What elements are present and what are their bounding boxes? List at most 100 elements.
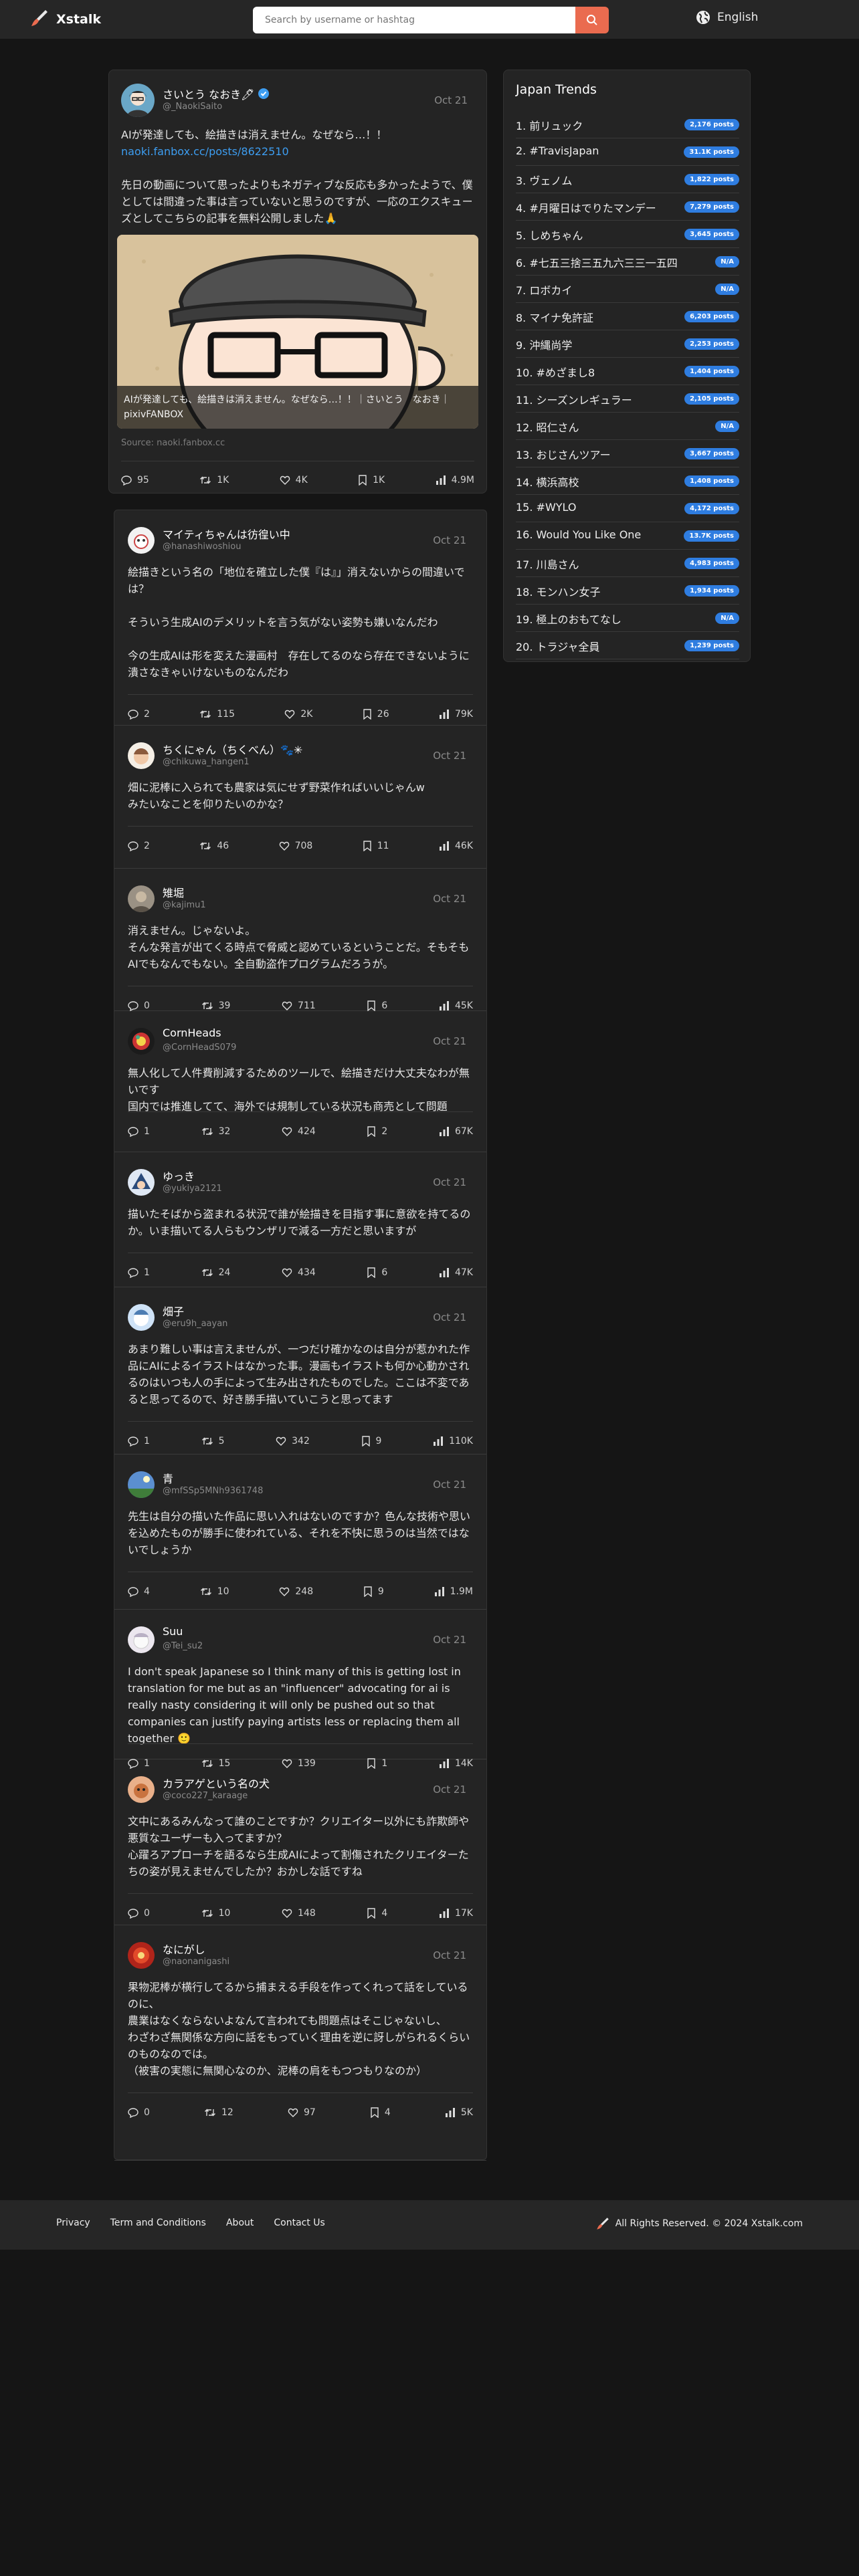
like-count[interactable]: 4K <box>280 472 308 488</box>
post-handle[interactable]: @naonanigashi <box>163 1957 229 1967</box>
like-count[interactable]: 342 <box>276 1433 310 1449</box>
repost-count[interactable]: 115 <box>199 706 235 722</box>
repost-count[interactable]: 12 <box>204 2105 233 2121</box>
repost-count[interactable]: 24 <box>201 1265 230 1281</box>
bookmark-count[interactable]: 6 <box>367 1265 387 1281</box>
footer-link-contact[interactable]: Contact Us <box>274 2218 324 2228</box>
footer-link-terms[interactable]: Term and Conditions <box>110 2218 206 2228</box>
post-username[interactable]: ちくにゃん（ちくべん）🐾✳ <box>163 741 302 757</box>
trend-item[interactable]: 9. 沖縄尚学 2,253 posts <box>516 331 739 358</box>
repost-count[interactable]: 46 <box>199 838 229 854</box>
repost-count[interactable]: 5 <box>201 1433 224 1449</box>
post-handle[interactable]: @yukiya2121 <box>163 1184 222 1194</box>
view-count[interactable]: 47K <box>439 1265 473 1281</box>
trend-item[interactable]: 2. #TravisJapan 31.1K posts <box>516 139 739 166</box>
like-count[interactable]: 424 <box>282 1123 316 1140</box>
avatar[interactable] <box>121 84 155 117</box>
post-handle[interactable]: @kajimu1 <box>163 900 206 910</box>
bookmark-count[interactable]: 9 <box>361 1433 381 1449</box>
avatar[interactable] <box>128 742 155 769</box>
view-count[interactable]: 1.9M <box>434 1584 473 1600</box>
link-preview-card[interactable]: AIが発達しても、絵描きは消えません。なぜなら…！！｜さいとう なおき｜pixi… <box>117 235 478 429</box>
footer-link-about[interactable]: About <box>226 2218 254 2228</box>
trend-item[interactable]: 5. しめちゃん 3,645 posts <box>516 221 739 248</box>
view-count[interactable]: 110K <box>433 1433 473 1449</box>
post-username[interactable]: 雉堀 <box>163 884 184 900</box>
post-handle[interactable]: @mfSSp5MNh9361748 <box>163 1486 263 1496</box>
view-count[interactable]: 4.9M <box>436 472 474 488</box>
post-username[interactable]: マイティちゃんは彷徨い中 <box>163 526 290 542</box>
trend-item[interactable]: 20. トラジャ全員 1,239 posts <box>516 633 739 659</box>
bookmark-count[interactable]: 2 <box>367 1123 387 1140</box>
trend-item[interactable]: 3. ヴェノム 1,822 posts <box>516 167 739 193</box>
bookmark-count[interactable]: 9 <box>363 1584 384 1600</box>
trend-item[interactable]: 14. 横浜高校 1,408 posts <box>516 468 739 495</box>
post-handle[interactable]: @CornHeadS079 <box>163 1043 236 1053</box>
avatar[interactable] <box>128 1626 155 1653</box>
trend-item[interactable]: 1. 前リュック 2,176 posts <box>516 112 739 138</box>
search-button[interactable] <box>575 7 609 33</box>
post-username[interactable]: さいとう なおき🖊 <box>163 86 270 102</box>
avatar[interactable] <box>128 1304 155 1331</box>
post-handle[interactable]: @chikuwa_hangen1 <box>163 757 250 767</box>
post-username[interactable]: 青 <box>163 1470 173 1486</box>
repost-count[interactable]: 1K <box>199 472 229 488</box>
view-count[interactable]: 79K <box>439 706 473 722</box>
trend-item[interactable]: 8. マイナ免許証 6,203 posts <box>516 304 739 330</box>
search-input[interactable] <box>253 7 575 33</box>
repost-count[interactable]: 10 <box>201 1905 230 1921</box>
repost-count[interactable]: 10 <box>200 1584 229 1600</box>
post-handle[interactable]: @hanashiwoshiou <box>163 542 241 552</box>
bookmark-count[interactable]: 4 <box>370 2105 391 2121</box>
post-handle[interactable]: @coco227_karaage <box>163 1791 248 1801</box>
trend-item[interactable]: 15. #WYLO 4,172 posts <box>516 496 739 522</box>
post-handle[interactable]: @_NaokiSaito <box>163 102 222 112</box>
reply-count[interactable]: 4 <box>128 1584 150 1600</box>
like-count[interactable]: 434 <box>282 1265 316 1281</box>
reply-count[interactable]: 1 <box>128 1265 150 1281</box>
trend-item[interactable]: 16. Would You Like One 13.7K posts <box>516 523 739 550</box>
reply-count[interactable]: 0 <box>128 1905 150 1921</box>
like-count[interactable]: 97 <box>288 2105 316 2121</box>
trend-item[interactable]: 18. モンハン女子 1,934 posts <box>516 578 739 605</box>
reply-count[interactable]: 2 <box>128 838 150 854</box>
trend-item[interactable]: 19. 極上のおもてなし N/A <box>516 605 739 632</box>
bookmark-count[interactable]: 11 <box>363 838 389 854</box>
reply-count[interactable]: 95 <box>121 472 149 488</box>
post-username[interactable]: Suu <box>163 1625 183 1638</box>
reply-count[interactable]: 0 <box>128 2105 150 2121</box>
reply-count[interactable]: 1 <box>128 1433 150 1449</box>
trend-item[interactable]: 4. #月曜日はでりたマンデー 7,279 posts <box>516 194 739 221</box>
footer-link-privacy[interactable]: Privacy <box>56 2218 90 2228</box>
avatar[interactable] <box>128 1471 155 1498</box>
like-count[interactable]: 708 <box>279 838 312 854</box>
avatar[interactable] <box>128 1776 155 1803</box>
avatar[interactable] <box>128 885 155 912</box>
trend-item[interactable]: 13. おじさんツアー 3,667 posts <box>516 441 739 467</box>
bookmark-count[interactable]: 1K <box>358 472 385 488</box>
view-count[interactable]: 5K <box>445 2105 473 2121</box>
avatar[interactable] <box>128 1028 155 1055</box>
trend-item[interactable]: 17. 川島さん 4,983 posts <box>516 550 739 577</box>
language-selector[interactable]: English <box>696 10 758 25</box>
view-count[interactable]: 17K <box>439 1905 473 1921</box>
reply-count[interactable]: 1 <box>128 1123 150 1140</box>
post-username[interactable]: 畑子 <box>163 1303 184 1319</box>
trend-item[interactable]: 11. シーズンレギュラー 2,105 posts <box>516 386 739 413</box>
like-count[interactable]: 248 <box>279 1584 313 1600</box>
post-username[interactable]: なにがし <box>163 1941 205 1957</box>
avatar[interactable] <box>128 527 155 554</box>
post-link[interactable]: naoki.fanbox.cc/posts/8622510 <box>121 145 289 158</box>
trend-item[interactable]: 7. ロボカイ N/A <box>516 276 739 303</box>
post-username[interactable]: カラアゲという名の犬 <box>163 1775 270 1791</box>
brand[interactable]: Xstalk <box>29 8 101 31</box>
view-count[interactable]: 46K <box>439 838 473 854</box>
trend-item[interactable]: 6. #七五三捨三五九六三三一五四 N/A <box>516 249 739 276</box>
post-username[interactable]: CornHeads <box>163 1027 221 1039</box>
post-handle[interactable]: @Tei_su2 <box>163 1641 203 1651</box>
reply-count[interactable]: 2 <box>128 706 150 722</box>
post-handle[interactable]: @eru9h_aayan <box>163 1319 227 1329</box>
avatar[interactable] <box>128 1942 155 1969</box>
avatar[interactable] <box>128 1169 155 1196</box>
post-username[interactable]: ゆっき <box>163 1168 195 1184</box>
